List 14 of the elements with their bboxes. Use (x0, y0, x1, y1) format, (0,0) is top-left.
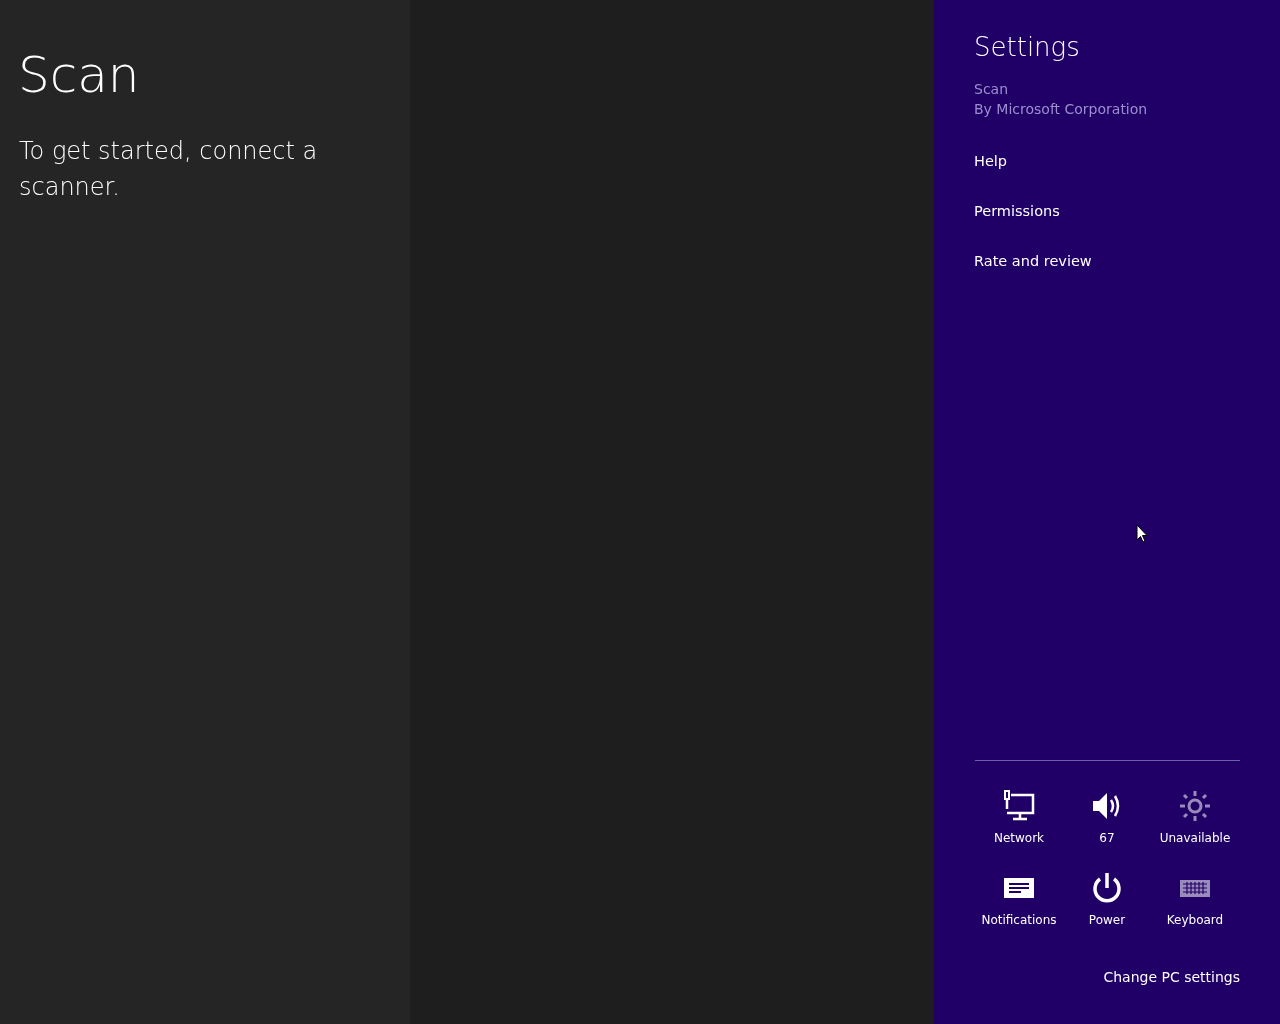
app-publisher: By Microsoft Corporation (974, 100, 1149, 120)
mouse-pointer-icon (1136, 524, 1148, 543)
quick-setting-button[interactable]: 67 (1063, 789, 1151, 847)
quick-setting-button[interactable]: Power (1063, 871, 1151, 929)
quick-setting-button[interactable]: Network (975, 789, 1063, 847)
settings-heading: Settings (974, 32, 1081, 64)
app-name: Scan (974, 80, 1010, 100)
settings-menu-item[interactable]: Help (974, 151, 1240, 172)
settings-menu-item[interactable]: Rate and review (974, 251, 1240, 272)
quick-setting-button[interactable]: Notifications (975, 871, 1063, 929)
settings-menu-item[interactable]: Permissions (974, 201, 1240, 222)
app-title: Scan (18, 48, 141, 103)
scanner-message: To get started, connect a scanner. (19, 136, 319, 203)
change-pc-settings-link[interactable]: Change PC settings (1103, 967, 1240, 988)
